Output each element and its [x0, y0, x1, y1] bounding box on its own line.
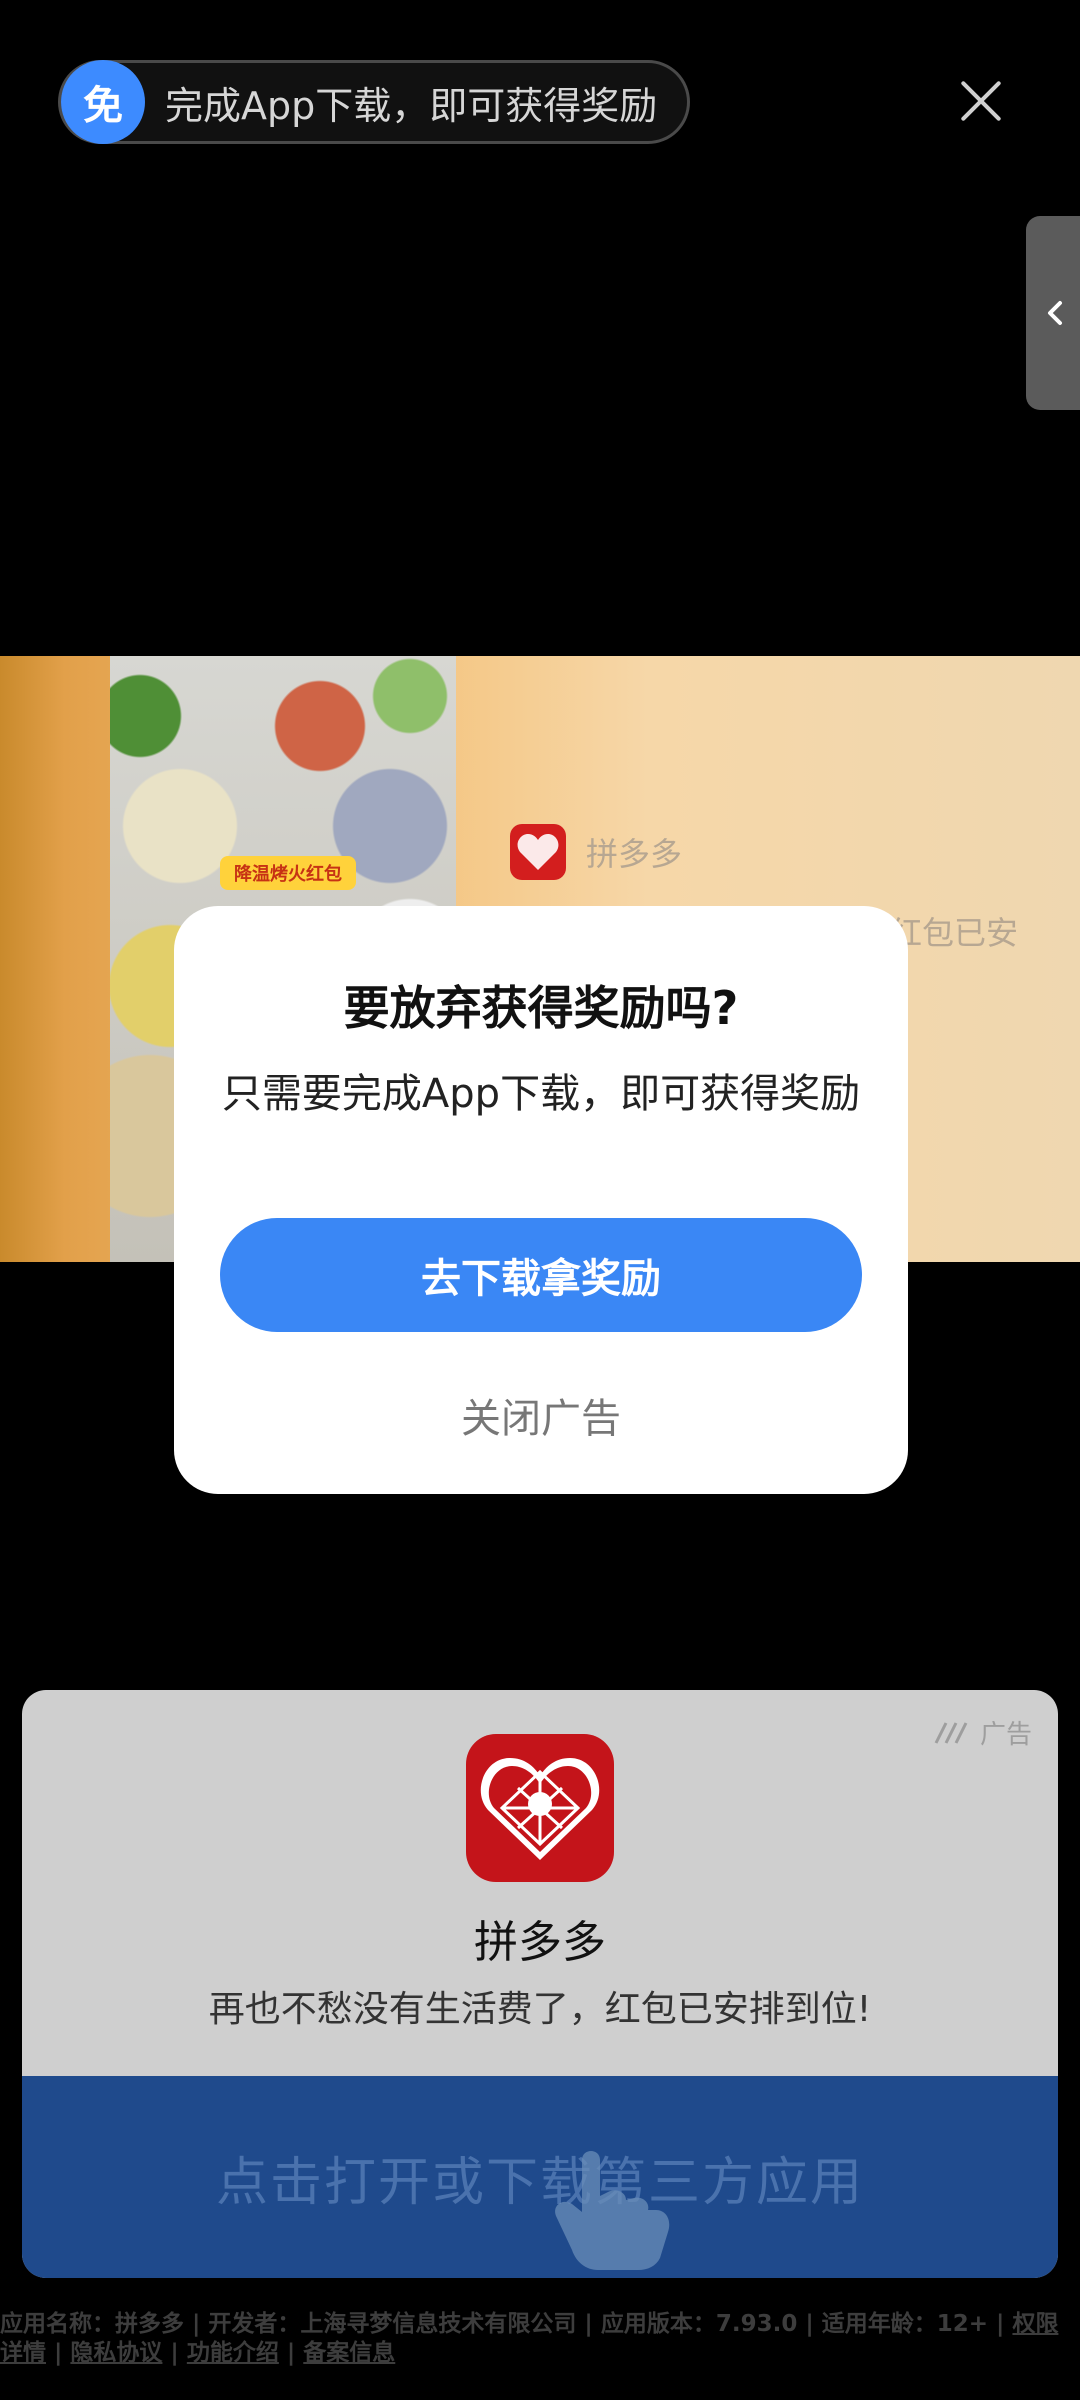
dialog-title: 要放弃获得奖励吗?	[343, 981, 739, 1035]
banner-brand: 拼多多	[510, 824, 682, 880]
app-description: 再也不愁没有生活费了，红包已安排到位!	[208, 1989, 872, 2030]
free-badge: 免	[61, 60, 145, 144]
privacy-link[interactable]: 隐私协议	[70, 2340, 162, 2366]
dialog-message: 只需要完成App下载，即可获得奖励	[221, 1071, 861, 1117]
chevron-left-icon	[1048, 301, 1062, 325]
tap-hand-icon	[555, 2151, 670, 2270]
close-icon[interactable]	[958, 78, 1004, 124]
photo-tag: 降温烤火红包	[220, 856, 356, 890]
app-info-text: 应用名称：拼多多 | 开发者：上海寻梦信息技术有限公司 | 应用版本：7.93.…	[0, 2311, 1013, 2337]
abandon-reward-dialog: 要放弃获得奖励吗? 只需要完成App下载，即可获得奖励 去下载拿奖励 关闭广告	[174, 906, 908, 1494]
separator: |	[162, 2340, 187, 2366]
separator: |	[278, 2340, 304, 2366]
open-download-button[interactable]: 点击打开或下载第三方应用	[22, 2076, 1058, 2278]
filing-link[interactable]: 备案信息	[303, 2340, 395, 2366]
close-ad-button[interactable]: 关闭广告	[174, 1386, 908, 1444]
app-info-footer: 应用名称：拼多多 | 开发者：上海寻梦信息技术有限公司 | 应用版本：7.93.…	[0, 2310, 1080, 2368]
ad-label: 广告	[934, 1714, 1032, 1751]
reward-hint-pill: 免 完成App下载，即可获得奖励	[58, 60, 690, 144]
separator: |	[46, 2340, 71, 2366]
download-reward-button[interactable]: 去下载拿奖励	[220, 1218, 862, 1332]
app-download-card[interactable]: 广告 拼多多 再也不愁没有生活费了，红包已安排到位! 点击打开或下载第三方应用	[22, 1690, 1058, 2278]
ad-mark-icon	[934, 1721, 968, 1744]
side-collapse-tab[interactable]	[1026, 216, 1080, 410]
banner-brand-name: 拼多多	[586, 835, 683, 873]
ad-label-text: 广告	[979, 1720, 1032, 1750]
banner-slogan: 红包已安	[890, 914, 1019, 952]
pinduoduo-logo-icon	[510, 824, 566, 880]
features-link[interactable]: 功能介绍	[187, 2340, 279, 2366]
app-name: 拼多多	[474, 1917, 606, 1968]
pinduoduo-logo-icon[interactable]	[466, 1734, 614, 1882]
reward-hint-text: 完成App下载，即可获得奖励	[165, 83, 658, 128]
